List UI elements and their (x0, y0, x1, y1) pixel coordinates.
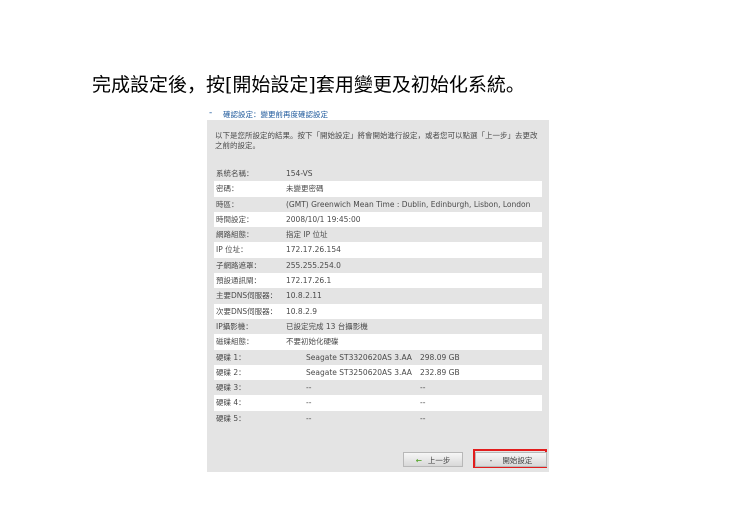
row-disk-config: 磁碟組態： 不要初始化硬碟 (214, 334, 542, 350)
row-label: 磁碟組態： (216, 337, 254, 347)
row-disk-4: 硬碟 4： -- -- (214, 395, 542, 411)
row-system-name: 系統名稱： 154-VS (214, 166, 542, 181)
panel-title: 確認設定：變更前再度確認設定 (223, 110, 328, 119)
row-time: 時間設定： 2008/10/1 19:45:00 (214, 211, 542, 228)
row-label: IP 位址： (216, 245, 248, 255)
row-ip-camera: IP攝影機： 已設定完成 13 台攝影機 (214, 319, 542, 334)
panel-header: - 確認設定：變更前再度確認設定 (207, 106, 549, 120)
row-network: 網路組態： 指定 IP 位址 (214, 227, 542, 242)
row-value: 255.255.254.0 (286, 260, 341, 270)
disk-size: -- (420, 398, 426, 408)
collapse-toggle[interactable]: - (209, 108, 212, 118)
row-value: 10.8.2.9 (286, 306, 318, 316)
row-label: 時間設定： (216, 214, 254, 224)
row-label: 網路組態： (216, 230, 254, 240)
row-value: 154-VS (286, 169, 313, 178)
row-label: IP攝影機： (216, 321, 253, 331)
row-value: 2008/10/1 19:45:00 (286, 214, 361, 224)
back-button[interactable]: ← 上一步 (403, 452, 463, 467)
row-label: 子網路遮罩： (216, 260, 261, 270)
disk-model: -- (306, 398, 312, 408)
row-disk-2: 硬碟 2： Seagate ST3250620AS 3.AA 232.89 GB (214, 364, 542, 381)
row-timezone: 時區： (GMT) Greenwich Mean Time : Dublin, … (214, 197, 542, 212)
row-disk-5: 硬碟 5： -- -- (214, 411, 542, 426)
disk-size: 298.09 GB (420, 352, 460, 362)
row-value: 不要初始化硬碟 (286, 337, 339, 347)
row-label: 主要DNS伺服器： (216, 291, 278, 301)
row-value: 已設定完成 13 台攝影機 (286, 321, 368, 331)
row-value: 未變更密碼 (286, 184, 324, 194)
row-value: 10.8.2.11 (286, 291, 322, 301)
row-label: 硬碟 1： (216, 352, 246, 362)
disk-model: Seagate ST3250620AS 3.AA (306, 367, 412, 377)
row-label: 密碼： (216, 184, 239, 194)
row-value: (GMT) Greenwich Mean Time : Dublin, Edin… (286, 199, 531, 209)
row-label: 硬碟 5： (216, 413, 246, 423)
row-password: 密碼： 未變更密碼 (214, 181, 542, 197)
row-subnet: 子網路遮罩： 255.255.254.0 (214, 258, 542, 273)
row-gateway: 預設通訊閘： 172.17.26.1 (214, 273, 542, 289)
wizard-footer: ← 上一步 - 開始設定 (207, 449, 549, 469)
disk-size: -- (420, 413, 426, 423)
row-label: 系統名稱： (216, 169, 254, 178)
confirm-settings-panel: - 確認設定：變更前再度確認設定 以下是您所設定的結果。按下「開始設定」將會開始… (207, 106, 549, 472)
start-setup-button[interactable]: - 開始設定 (475, 452, 547, 467)
arrow-left-icon: ← (415, 456, 422, 465)
row-label: 硬碟 3： (216, 383, 246, 393)
row-label: 時區： (216, 199, 239, 209)
row-secondary-dns: 次要DNS伺服器： 10.8.2.9 (214, 303, 542, 319)
panel-description: 以下是您所設定的結果。按下「開始設定」將會開始進行設定，或者您可以點選「上一步」… (215, 131, 538, 150)
row-primary-dns: 主要DNS伺服器： 10.8.2.11 (214, 288, 542, 303)
disk-model: -- (306, 383, 312, 393)
disk-size: -- (420, 383, 426, 393)
start-setup-label: 開始設定 (502, 456, 533, 465)
row-label: 硬碟 4： (216, 398, 246, 408)
row-disk-1: 硬碟 1： Seagate ST3320620AS 3.AA 298.09 GB (214, 350, 542, 365)
disk-model: -- (306, 413, 312, 423)
disk-size: 232.89 GB (420, 367, 460, 377)
settings-summary-table: 系統名稱： 154-VS 密碼： 未變更密碼 時區： (GMT) Greenwi… (214, 166, 542, 426)
back-button-label: 上一步 (427, 456, 451, 465)
row-label: 次要DNS伺服器： (216, 306, 278, 316)
disk-model: Seagate ST3320620AS 3.AA (306, 352, 412, 362)
instruction-text: 完成設定後，按[開始設定]套用變更及初始化系統。 (92, 74, 525, 96)
row-value: 172.17.26.1 (286, 276, 332, 286)
row-value: 172.17.26.154 (286, 245, 341, 255)
row-ip: IP 位址： 172.17.26.154 (214, 242, 542, 258)
row-disk-3: 硬碟 3： -- -- (214, 380, 542, 395)
row-label: 硬碟 2： (216, 367, 246, 377)
dash-icon: - (489, 456, 493, 465)
row-label: 預設通訊閘： (216, 276, 261, 286)
row-value: 指定 IP 位址 (286, 230, 328, 240)
